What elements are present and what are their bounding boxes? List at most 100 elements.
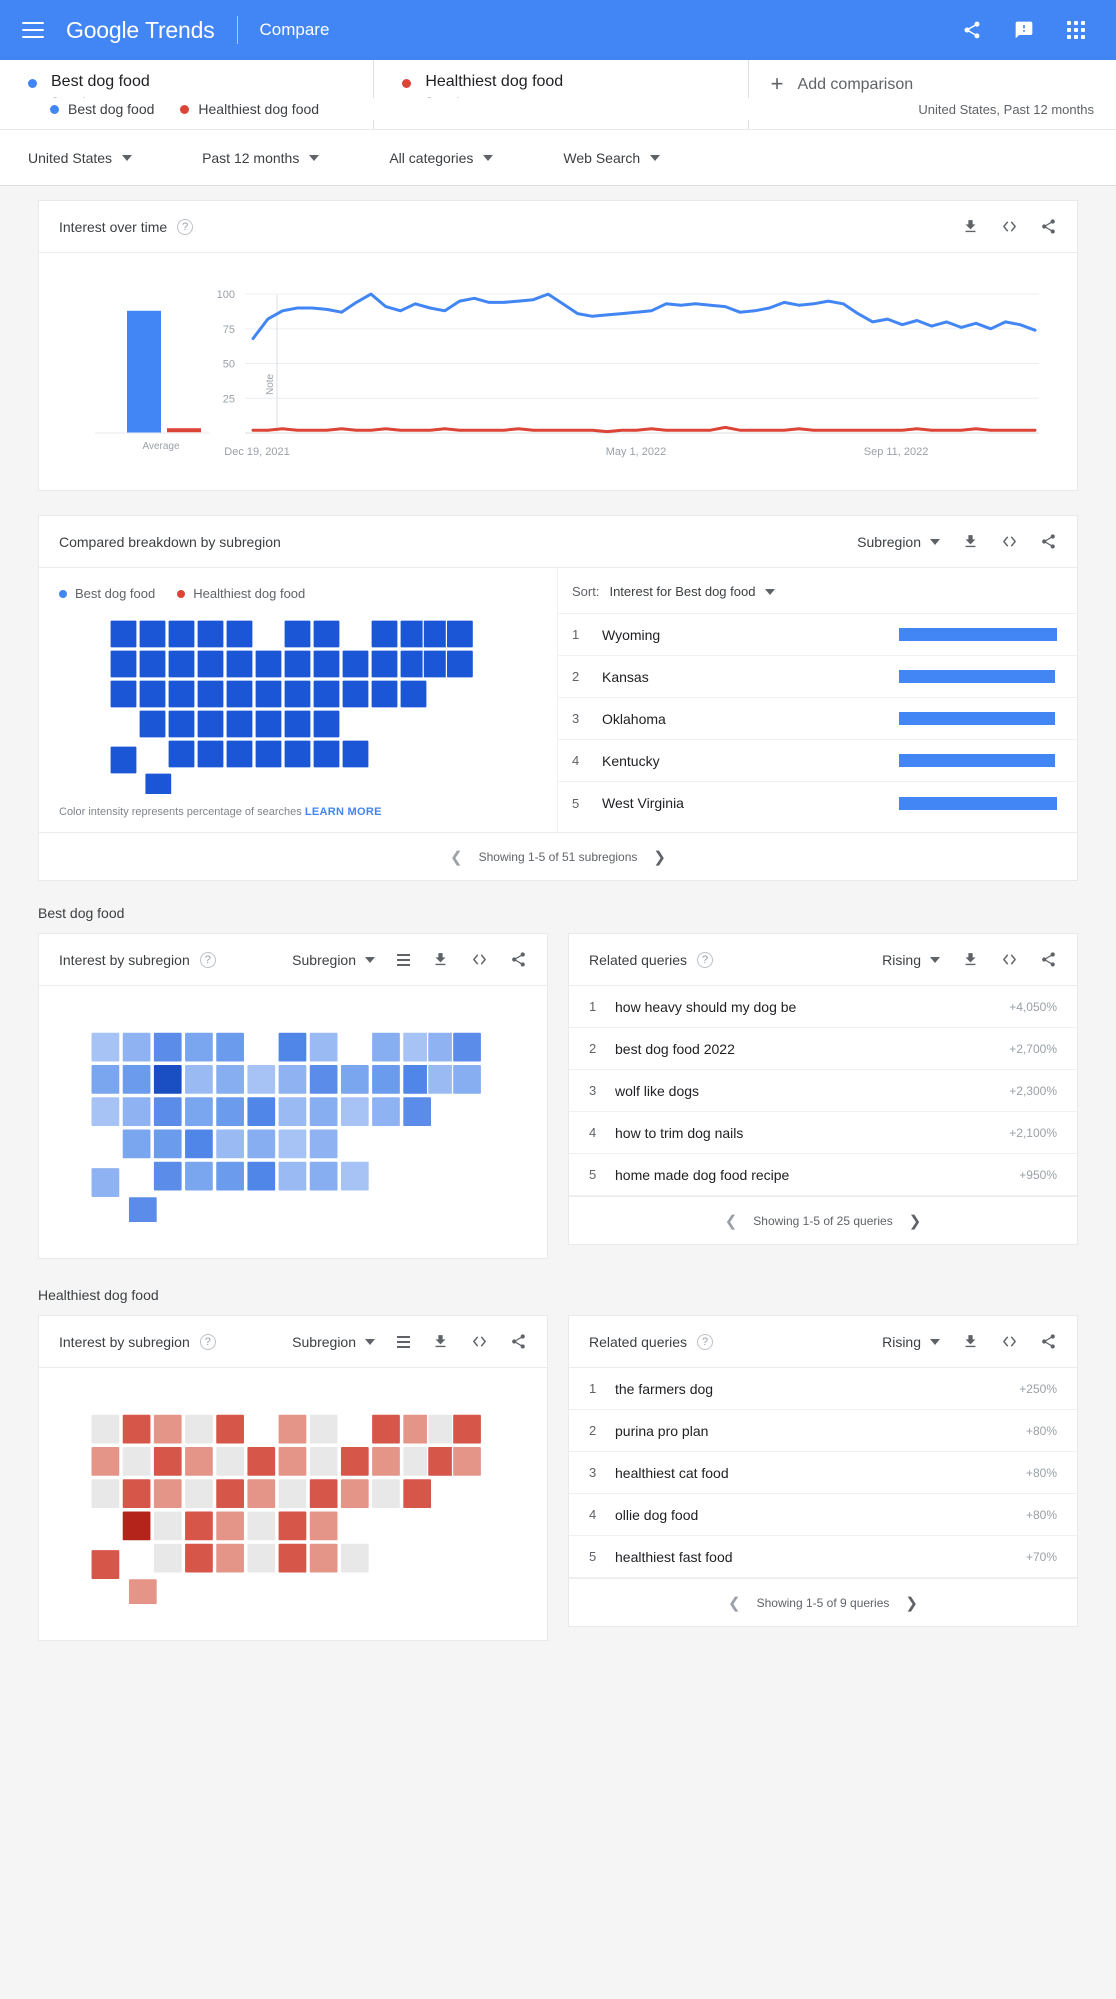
map-region-MA[interactable] [445,648,474,679]
map-region-OH[interactable] [308,1445,339,1478]
map-region-SD[interactable] [183,1445,215,1478]
map-region-OR[interactable] [90,1445,121,1478]
hamburger-menu-icon[interactable] [22,22,44,38]
map-region-IN[interactable] [283,648,312,679]
subregion-selector[interactable]: Subregion [292,1334,375,1350]
map-region-AL[interactable] [277,1542,308,1574]
embed-code-icon[interactable] [1001,533,1018,550]
trends-line-chart[interactable]: Average 25 50 75 100 Note Dec 19, 2021 May 1, 2… [55,261,1061,476]
map-region-ND[interactable] [183,1031,215,1063]
map-region-TX[interactable] [183,1160,215,1192]
map-region-FL[interactable] [339,1160,370,1192]
map-region-OR[interactable] [109,648,138,679]
map-region-MN[interactable] [225,618,254,649]
map-region-WA[interactable] [90,1031,121,1063]
map-region-NV[interactable] [121,1445,152,1478]
map-region-SC[interactable] [308,1510,339,1542]
map-region-WY[interactable] [152,1063,183,1096]
related-query-row[interactable]: 4 ollie dog food +80% [569,1494,1077,1536]
map-region-MA[interactable] [451,1445,483,1478]
map-region-MT[interactable] [167,618,196,649]
help-icon[interactable]: ? [177,218,194,235]
previous-page-icon[interactable]: ❮ [450,848,463,866]
previous-page-icon[interactable]: ❮ [725,1212,738,1230]
map-region-WV[interactable] [277,1095,308,1128]
map-region-NM[interactable] [167,708,196,739]
map-region-NC[interactable] [277,1128,308,1160]
map-region-SD[interactable] [183,1063,215,1096]
map-region-MI[interactable] [308,1413,339,1445]
learn-more-link[interactable]: LEARN MORE [305,806,382,818]
compared-breakdown-us-map[interactable] [59,601,537,796]
subregion-row[interactable]: 5 West Virginia [558,782,1077,824]
filter-time-range[interactable]: Past 12 months [202,150,341,166]
map-region-OK[interactable] [152,1160,183,1192]
map-region-AZ[interactable] [121,1128,152,1160]
map-region-ID[interactable] [138,618,167,649]
help-icon[interactable]: ? [697,1333,714,1350]
map-region-IN[interactable] [277,1063,308,1096]
subregion-map-box[interactable] [39,986,547,1258]
related-query-row[interactable]: 5 home made dog food recipe +950% [569,1154,1077,1196]
map-region-MI[interactable] [312,618,341,649]
map-region-GA[interactable] [312,738,341,769]
map-region-UT[interactable] [121,1477,152,1510]
map-region-NY[interactable] [370,618,399,649]
share-icon[interactable] [1040,533,1057,550]
map-region-TX[interactable] [183,1542,215,1574]
embed-code-icon[interactable] [1001,1333,1018,1350]
map-region-OH[interactable] [308,1063,339,1096]
map-region-NJ[interactable] [370,1445,402,1478]
map-region-ID[interactable] [121,1413,152,1445]
map-region-LA[interactable] [214,1542,246,1574]
map-region-MS[interactable] [246,1160,277,1192]
help-icon[interactable]: ? [199,951,216,968]
map-region-AZ[interactable] [121,1510,152,1542]
map-region-DC[interactable] [402,1095,433,1128]
map-region-KS[interactable] [183,1510,215,1542]
map-region-CA[interactable] [90,1095,121,1128]
map-region-MA[interactable] [451,1063,483,1096]
map-region-IA[interactable] [225,648,254,679]
map-region-ND[interactable] [183,1413,215,1445]
embed-code-icon[interactable] [471,951,488,968]
related-query-row[interactable]: 1 the farmers dog +250% [569,1368,1077,1410]
map-region-NJ[interactable] [370,1063,402,1096]
subregion-selector[interactable]: Subregion [857,534,940,550]
map-region-FL[interactable] [339,1542,370,1574]
subregion-map-box[interactable] [39,1368,547,1640]
map-region-WI[interactable] [277,1413,308,1445]
map-region-NV[interactable] [121,1063,152,1096]
map-region-UT[interactable] [121,1095,152,1128]
map-region-CO[interactable] [152,1095,183,1128]
map-region-AR[interactable] [214,1510,246,1542]
download-icon[interactable] [962,951,979,968]
download-icon[interactable] [962,218,979,235]
share-icon[interactable] [1040,951,1057,968]
embed-code-icon[interactable] [471,1333,488,1350]
map-region-OK[interactable] [152,1542,183,1574]
list-view-icon[interactable] [397,953,410,966]
map-region-MO[interactable] [225,678,254,709]
related-query-row[interactable]: 1 how heavy should my dog be +4,050% [569,986,1077,1028]
filter-location[interactable]: United States [28,150,154,166]
map-region-HI[interactable] [127,1577,158,1604]
feedback-icon[interactable] [1012,18,1036,42]
map-region-AR[interactable] [225,708,254,739]
download-icon[interactable] [962,533,979,550]
map-region-NM[interactable] [152,1510,183,1542]
share-icon[interactable] [960,18,984,42]
map-region-IA[interactable] [214,1445,246,1478]
map-region-DE[interactable] [370,678,399,709]
map-region-DE[interactable] [370,1095,402,1128]
map-region-MD[interactable] [339,1095,370,1128]
share-icon[interactable] [510,951,527,968]
map-region-NE[interactable] [183,1477,215,1510]
map-region-ME[interactable] [451,1031,483,1063]
map-region-MS[interactable] [246,1542,277,1574]
map-region-MN[interactable] [214,1031,246,1063]
download-icon[interactable] [432,951,449,968]
map-region-WY[interactable] [167,648,196,679]
map-region-LA[interactable] [214,1160,246,1192]
map-region-LA[interactable] [225,738,254,769]
